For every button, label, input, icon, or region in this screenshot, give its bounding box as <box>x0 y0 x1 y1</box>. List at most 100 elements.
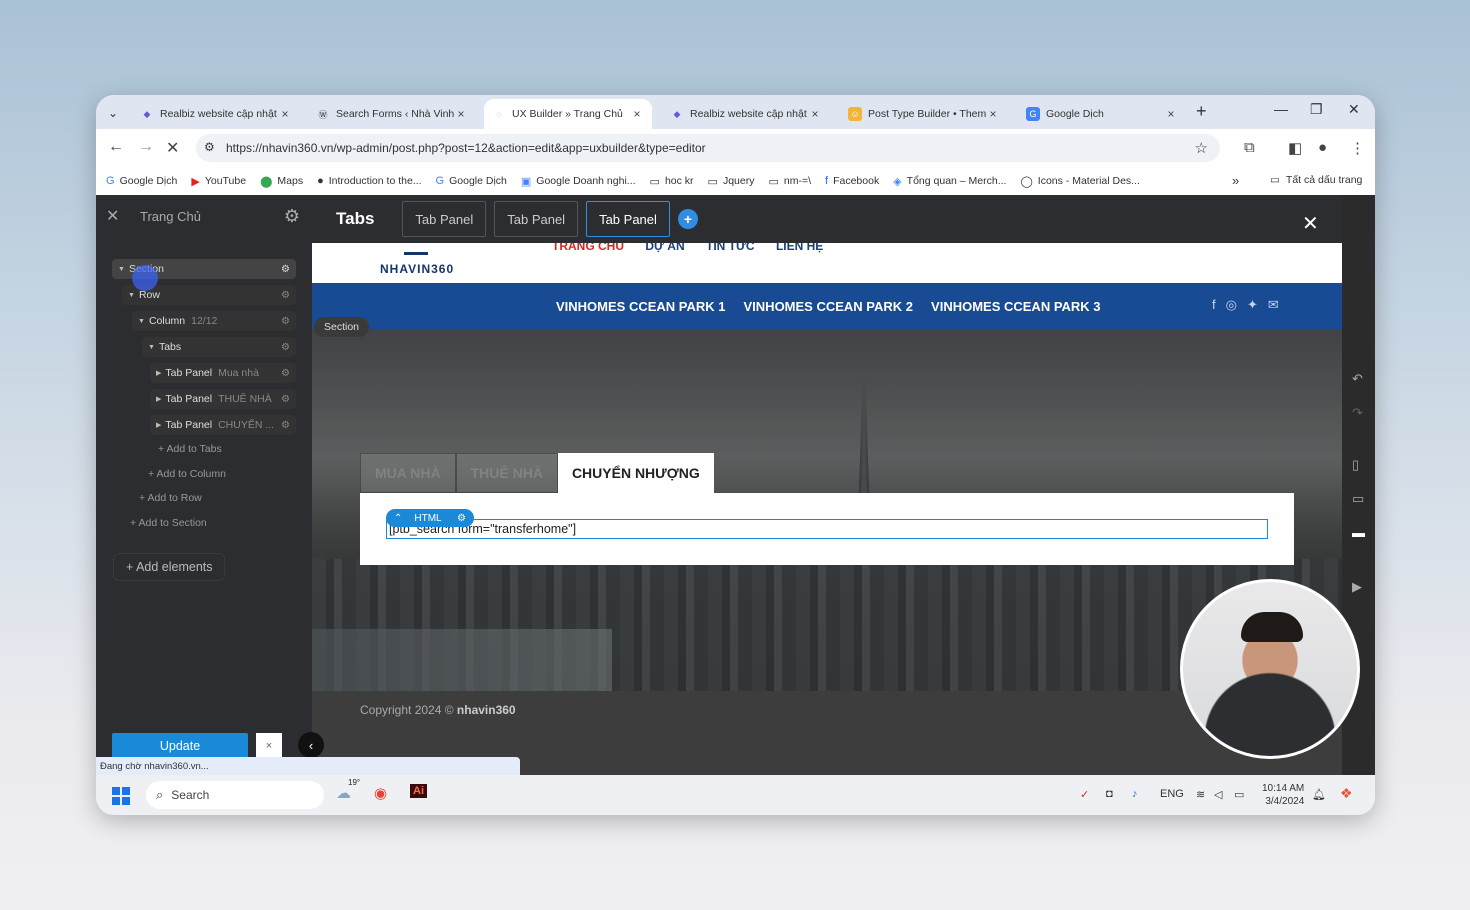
nav-projects[interactable]: DỰ ÁN <box>645 243 684 253</box>
more-menu-icon[interactable]: ⋮ <box>1350 139 1365 157</box>
profile-avatar-icon[interactable]: ● <box>1318 139 1327 156</box>
window-close-icon[interactable]: ✕ <box>1348 101 1360 118</box>
mobile-view-icon[interactable]: ▯ <box>1352 457 1359 473</box>
tab-transfer[interactable]: CHUYỂN NHƯỢNG <box>557 453 714 493</box>
tree-item-tabs[interactable]: ▼ Tabs ⚙ <box>142 337 296 357</box>
chrome-icon[interactable]: ◉ <box>374 784 387 802</box>
caret-right-icon[interactable]: ▶ <box>156 421 161 429</box>
nav-news[interactable]: TIN TỨC <box>706 243 755 253</box>
close-icon[interactable]: × <box>986 107 1000 121</box>
add-to-row-link[interactable]: + Add to Row <box>139 492 202 504</box>
browser-tab[interactable]: ☺ Post Type Builder • Themi × <box>840 99 1008 129</box>
nav-contact[interactable]: LIÊN HỆ <box>776 243 823 253</box>
bookmark-item[interactable]: ▭ hoc kr <box>650 175 694 188</box>
tab-panel-button-3[interactable]: Tab Panel <box>586 201 670 237</box>
html-element-badge[interactable]: ⌃ HTML ⚙ <box>386 509 474 527</box>
tree-item-tab-panel[interactable]: ▶ Tab Panel THUÊ NHÀ ⚙ <box>150 389 296 409</box>
volume-icon[interactable]: ◁ <box>1214 788 1222 801</box>
all-bookmarks[interactable]: ▭ Tất cả dấu trang <box>1270 174 1362 186</box>
more-bookmarks-chevron-icon[interactable]: » <box>1232 173 1239 188</box>
section-label[interactable]: Section <box>314 317 370 337</box>
stop-loading-icon[interactable]: ✕ <box>166 138 179 158</box>
gear-icon[interactable]: ⚙ <box>281 368 290 379</box>
editor-close-icon[interactable]: ✕ <box>1302 211 1319 236</box>
facebook-icon[interactable]: f <box>1212 297 1216 313</box>
tree-item-tab-panel[interactable]: ▶ Tab Panel CHUYỂN ... ⚙ <box>150 415 296 435</box>
language-indicator[interactable]: ENG <box>1160 788 1184 800</box>
close-icon[interactable]: ✕ <box>106 206 126 226</box>
bookmark-item[interactable]: ● Introduction to the... <box>317 175 421 187</box>
forward-arrow-icon[interactable]: → <box>138 138 154 156</box>
extensions-icon[interactable]: ⧉ <box>1244 139 1255 156</box>
site-logo[interactable]: NHAVIN360 <box>380 262 454 276</box>
illustrator-icon[interactable]: Ai <box>410 784 427 798</box>
bookmark-item[interactable]: G Google Dịch <box>106 175 177 187</box>
back-arrow-icon[interactable]: ← <box>108 138 124 156</box>
browser-tab[interactable]: ◆ Realbiz website cập nhật t × <box>662 99 830 129</box>
bookmark-item[interactable]: ◯ Icons - Material Des... <box>1020 175 1139 188</box>
taskbar-search[interactable]: ⌕ Search <box>146 781 324 809</box>
discard-button[interactable]: × <box>256 733 282 759</box>
add-elements-button[interactable]: + Add elements <box>113 553 225 581</box>
tab-search-chevron-icon[interactable]: ⌄ <box>102 102 124 124</box>
tab-buy[interactable]: MUA NHÀ <box>360 453 456 493</box>
caret-right-icon[interactable]: ▶ <box>156 369 161 377</box>
caret-down-icon[interactable]: ▼ <box>148 344 155 351</box>
gear-icon[interactable]: ⚙ <box>457 513 466 524</box>
add-to-column-link[interactable]: + Add to Column <box>148 468 226 480</box>
battery-icon[interactable]: ▭ <box>1234 788 1244 801</box>
add-tab-panel-button[interactable]: + <box>677 209 698 229</box>
bookmark-star-icon[interactable]: ☆ <box>1195 139 1208 157</box>
browser-tab[interactable]: ◆ Realbiz website cập nhật t × <box>132 99 300 129</box>
new-tab-plus-icon[interactable]: + <box>1196 101 1207 122</box>
update-button[interactable]: Update <box>112 733 248 759</box>
caret-right-icon[interactable]: ▶ <box>156 395 161 403</box>
gear-icon[interactable]: ⚙ <box>281 316 290 327</box>
microphone-icon[interactable]: ♪ <box>1132 788 1138 800</box>
tree-item-column[interactable]: ▼ Column 12/12 ⚙ <box>132 311 296 331</box>
caret-down-icon[interactable]: ▼ <box>128 292 135 299</box>
bookmark-item[interactable]: ▭ nm-=\ <box>768 175 811 188</box>
nav-home[interactable]: TRANG CHỦ <box>552 243 624 253</box>
bookmark-item[interactable]: f Facebook <box>825 175 879 187</box>
browser-tab[interactable]: Ⓦ Search Forms ‹ Nhà Vinho × <box>308 99 476 129</box>
play-icon[interactable]: ▶ <box>1352 579 1362 595</box>
gear-icon[interactable]: ⚙ <box>281 264 290 275</box>
tab-panel-button-1[interactable]: Tab Panel <box>402 201 487 237</box>
close-icon[interactable]: × <box>278 107 292 121</box>
html-shortcode-field[interactable]: [ptb_search form="transferhome"] <box>386 519 1268 539</box>
windows-start-icon[interactable] <box>112 787 130 805</box>
desktop-view-icon[interactable]: ▬ <box>1352 525 1365 540</box>
close-icon[interactable]: × <box>808 107 822 121</box>
add-to-tabs-link[interactable]: + Add to Tabs <box>158 443 222 455</box>
side-panel-icon[interactable]: ◧ <box>1288 139 1302 157</box>
close-icon[interactable]: × <box>1164 107 1178 121</box>
bookmark-item[interactable]: ◈ Tổng quan – Merch... <box>893 175 1006 188</box>
menu-item[interactable]: VINHOMES CCEAN PARK 2 <box>744 299 914 314</box>
undo-icon[interactable]: ↶ <box>1352 371 1363 387</box>
notification-bell-icon[interactable]: 🔔︎ <box>1312 788 1326 801</box>
tablet-view-icon[interactable]: ▭ <box>1352 491 1364 507</box>
camera-icon[interactable]: ◘ <box>1106 788 1113 800</box>
caret-down-icon[interactable]: ▼ <box>138 318 145 325</box>
tab-panel-button-2[interactable]: Tab Panel <box>494 201 579 237</box>
clock[interactable]: 10:14 AM 3/4/2024 <box>1262 782 1304 808</box>
browser-tab[interactable]: G Google Dịch × <box>1018 99 1186 129</box>
redo-icon[interactable]: ↷ <box>1352 405 1363 421</box>
close-icon[interactable]: × <box>630 107 644 121</box>
tree-item-tab-panel[interactable]: ▶ Tab Panel Mua nhà ⚙ <box>150 363 296 383</box>
gear-icon[interactable]: ⚙ <box>281 394 290 405</box>
bookmark-item[interactable]: ▣ Google Doanh nghi... <box>521 175 636 188</box>
minimize-icon[interactable]: — <box>1274 101 1288 117</box>
gear-icon[interactable]: ⚙ <box>281 290 290 301</box>
bookmark-item[interactable]: ▭ Jquery <box>708 175 755 188</box>
gear-icon[interactable]: ⚙ <box>281 342 290 353</box>
browser-tab-active[interactable]: ◌ UX Builder » Trang Chủ × <box>484 99 652 129</box>
add-to-section-link[interactable]: + Add to Section <box>130 517 207 529</box>
gear-icon[interactable]: ⚙ <box>281 420 290 431</box>
caret-down-icon[interactable]: ▼ <box>118 266 125 273</box>
twitter-icon[interactable]: ✦ <box>1247 297 1258 313</box>
wifi-icon[interactable]: ≋ <box>1196 788 1205 801</box>
tab-rent[interactable]: THUÊ NHÀ <box>455 453 558 493</box>
site-settings-icon[interactable]: ⚙ <box>204 140 215 154</box>
